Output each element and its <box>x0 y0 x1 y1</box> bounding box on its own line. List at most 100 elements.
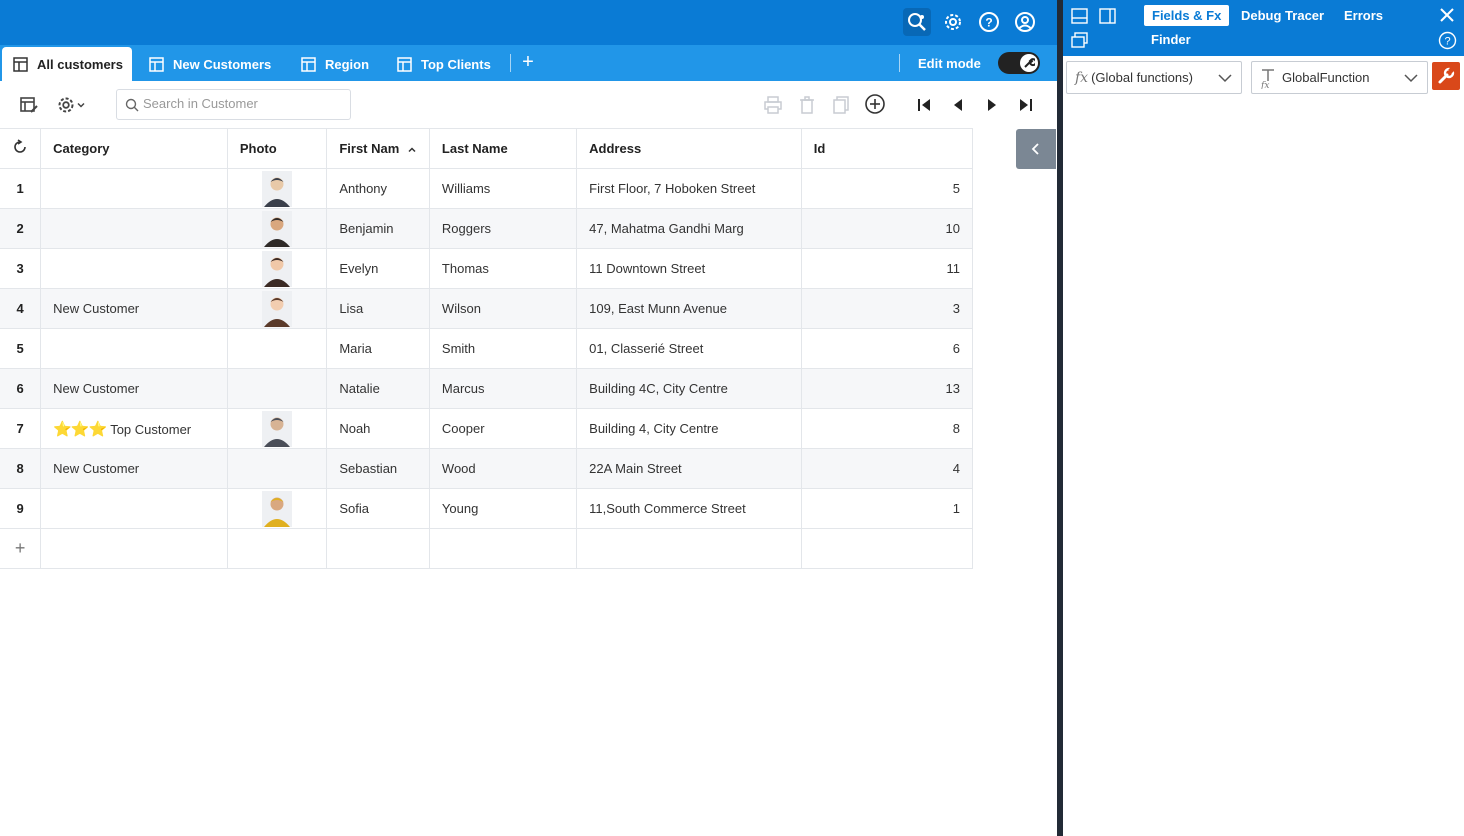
cell-last-name[interactable]: Young <box>428 488 578 529</box>
cell-photo[interactable] <box>226 448 328 489</box>
cell-id[interactable]: 3 <box>800 288 974 329</box>
cell-photo[interactable] <box>226 208 328 249</box>
cell-first-name[interactable]: Sebastian <box>326 448 430 489</box>
cell-last-name[interactable]: Cooper <box>428 408 578 449</box>
row-number[interactable]: 1 <box>0 168 42 209</box>
cell-address[interactable]: 11 Downtown Street <box>576 248 802 289</box>
table-row[interactable]: 3 Evelyn Thomas 11 Downtown Street 11 <box>0 248 974 289</box>
add-row[interactable]: + <box>0 528 974 569</box>
panel-tab-finder[interactable]: Finder <box>1151 32 1191 47</box>
cell-photo[interactable] <box>226 488 328 529</box>
function-select[interactable]: fx GlobalFunction <box>1251 61 1428 94</box>
tab-top-clients[interactable]: Top Clients <box>397 47 491 81</box>
cell-last-name[interactable]: Williams <box>428 168 578 209</box>
user-account-icon[interactable] <box>1011 8 1039 36</box>
cell-id[interactable]: 13 <box>800 368 974 409</box>
column-header-first-name[interactable]: First Nam <box>326 128 430 169</box>
cell-address[interactable]: Building 4, City Centre <box>576 408 802 449</box>
table-row[interactable]: 4 New Customer Lisa Wilson 109, East Munn Av… <box>0 288 974 329</box>
cell-photo[interactable] <box>226 368 328 409</box>
column-header-address[interactable]: Address <box>576 128 802 169</box>
function-scope-select[interactable]: fx (Global functions) <box>1066 61 1242 94</box>
cell-last-name[interactable]: Roggers <box>428 208 578 249</box>
cell-category[interactable]: ⭐⭐⭐ Top Customer <box>40 408 228 449</box>
edit-view-icon[interactable] <box>16 92 42 118</box>
copy-icon[interactable] <box>828 92 854 118</box>
row-number[interactable]: 9 <box>0 488 42 529</box>
cell-first-name[interactable]: Lisa <box>326 288 430 329</box>
cell-first-name[interactable]: Benjamin <box>326 208 430 249</box>
cell-photo[interactable] <box>226 168 328 209</box>
table-row[interactable]: 2 Benjamin Roggers 47, Mahatma Gandhi Marg 1… <box>0 208 974 249</box>
first-record-icon[interactable] <box>911 92 937 118</box>
add-record-icon[interactable] <box>862 91 888 117</box>
table-row[interactable]: 5 Maria Smith 01, Classerié Street 6 <box>0 328 974 369</box>
search-settings-icon[interactable] <box>903 8 931 36</box>
empty-cell[interactable] <box>326 528 430 569</box>
table-row[interactable]: 9 Sofia Young 11,South Commerce Street 1 <box>0 488 974 529</box>
cell-last-name[interactable]: Wood <box>428 448 578 489</box>
dock-bottom-icon[interactable] <box>1071 8 1088 27</box>
print-icon[interactable] <box>760 92 786 118</box>
dock-right-icon[interactable] <box>1099 8 1116 27</box>
empty-cell[interactable] <box>428 528 578 569</box>
cell-photo[interactable] <box>226 248 328 289</box>
close-icon[interactable] <box>1439 7 1455 26</box>
next-record-icon[interactable] <box>979 92 1005 118</box>
help-icon[interactable]: ? <box>1438 31 1457 53</box>
cell-address[interactable]: 109, East Munn Avenue <box>576 288 802 329</box>
cell-address[interactable]: 22A Main Street <box>576 448 802 489</box>
cell-id[interactable]: 5 <box>800 168 974 209</box>
cell-category[interactable] <box>40 168 228 209</box>
cell-last-name[interactable]: Wilson <box>428 288 578 329</box>
cell-last-name[interactable]: Smith <box>428 328 578 369</box>
cell-first-name[interactable]: Sofia <box>326 488 430 529</box>
search-input[interactable] <box>143 96 343 111</box>
row-number[interactable]: 3 <box>0 248 42 289</box>
last-record-icon[interactable] <box>1013 92 1039 118</box>
refresh-icon[interactable] <box>0 128 42 169</box>
table-row[interactable]: 8 New Customer Sebastian Wood 22A Main Stree… <box>0 448 974 489</box>
undock-icon[interactable] <box>1071 32 1088 51</box>
cell-id[interactable]: 1 <box>800 488 974 529</box>
row-number[interactable]: 7 <box>0 408 42 449</box>
empty-cell[interactable] <box>576 528 802 569</box>
edit-mode-toggle[interactable] <box>998 52 1040 74</box>
row-number[interactable]: 5 <box>0 328 42 369</box>
cell-id[interactable]: 6 <box>800 328 974 369</box>
cell-last-name[interactable]: Marcus <box>428 368 578 409</box>
panel-tab-fields-fx[interactable]: Fields & Fx <box>1144 5 1230 26</box>
row-number[interactable]: 2 <box>0 208 42 249</box>
table-row[interactable]: 7 ⭐⭐⭐ Top Customer Noah Cooper Building 4, Ci… <box>0 408 974 449</box>
delete-icon[interactable] <box>794 92 820 118</box>
table-row[interactable]: 6 New Customer Natalie Marcus Building 4C, C… <box>0 368 974 409</box>
collapse-panel-button[interactable] <box>1016 129 1056 169</box>
row-number[interactable]: 4 <box>0 288 42 329</box>
cell-photo[interactable] <box>226 408 328 449</box>
cell-address[interactable]: 11,South Commerce Street <box>576 488 802 529</box>
help-icon[interactable]: ? <box>975 8 1003 36</box>
cell-address[interactable]: First Floor, 7 Hoboken Street <box>576 168 802 209</box>
cell-photo[interactable] <box>226 288 328 329</box>
cell-category[interactable]: New Customer <box>40 448 228 489</box>
cell-id[interactable]: 4 <box>800 448 974 489</box>
tab-all-customers[interactable]: All customers <box>2 47 132 81</box>
empty-cell[interactable] <box>40 528 228 569</box>
cell-address[interactable]: Building 4C, City Centre <box>576 368 802 409</box>
column-header-last-name[interactable]: Last Name <box>428 128 578 169</box>
row-number[interactable]: 6 <box>0 368 42 409</box>
tab-region[interactable]: Region <box>301 47 369 81</box>
cell-category[interactable] <box>40 248 228 289</box>
cell-first-name[interactable]: Anthony <box>326 168 430 209</box>
add-tab-button[interactable]: + <box>518 52 538 74</box>
gear-dropdown-button[interactable] <box>50 92 92 118</box>
cell-address[interactable]: 01, Classerié Street <box>576 328 802 369</box>
cell-last-name[interactable]: Thomas <box>428 248 578 289</box>
cell-category[interactable] <box>40 208 228 249</box>
cell-id[interactable]: 8 <box>800 408 974 449</box>
table-row[interactable]: 1 Anthony Williams First Floor, 7 Hoboken S… <box>0 168 974 209</box>
cell-address[interactable]: 47, Mahatma Gandhi Marg <box>576 208 802 249</box>
empty-cell[interactable] <box>800 528 974 569</box>
row-number[interactable]: 8 <box>0 448 42 489</box>
cell-id[interactable]: 10 <box>800 208 974 249</box>
